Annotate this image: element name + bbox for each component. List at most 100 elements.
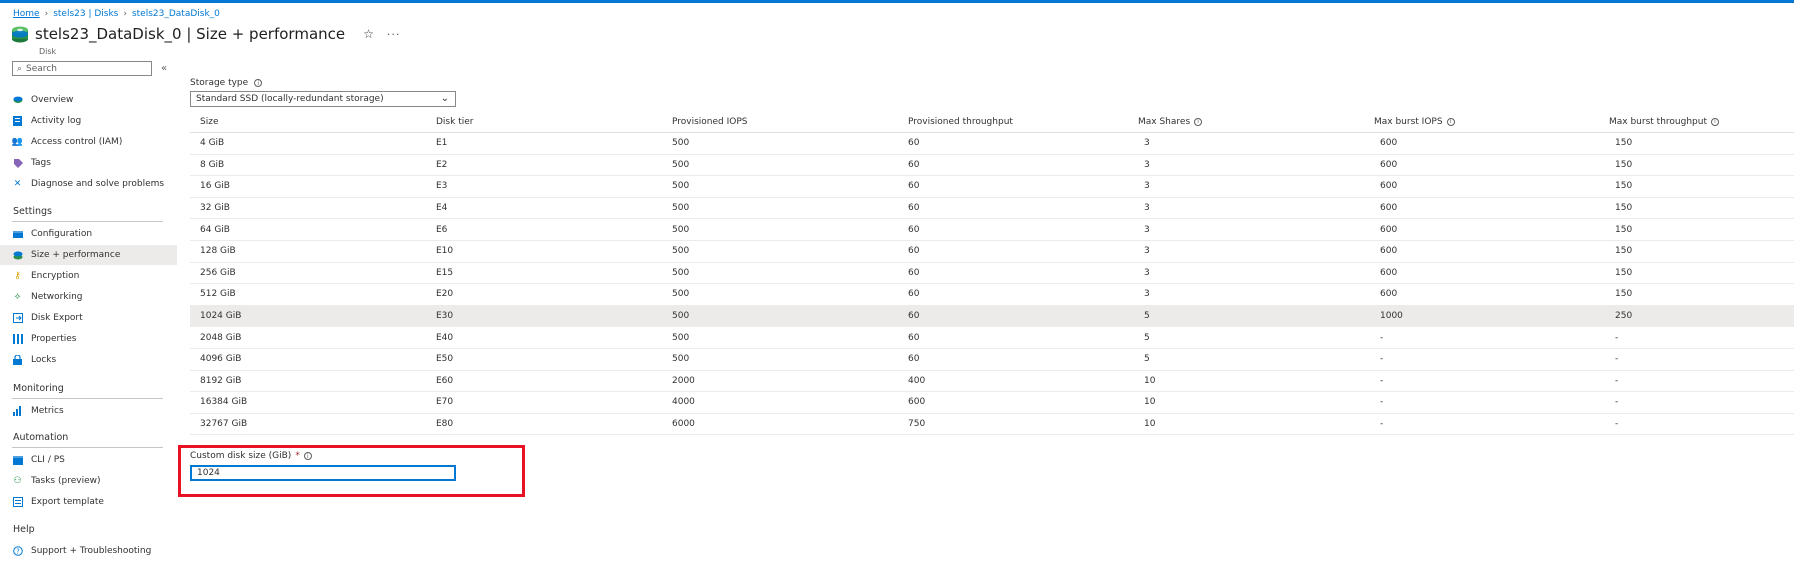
- sidebar-item-metrics[interactable]: Metrics: [0, 401, 177, 421]
- cell-max-burst-throughput: 150: [1615, 224, 1633, 235]
- sidebar-divider: [12, 447, 163, 448]
- more-options-icon[interactable]: ···: [387, 28, 401, 41]
- chevron-right-icon: ›: [123, 9, 127, 19]
- cell-max-shares: 5: [1144, 332, 1150, 343]
- column-header-max-burst-iops[interactable]: Max burst IOPS i: [1374, 111, 1455, 132]
- custom-disk-size-label: Custom disk size (GiB) * i: [190, 451, 312, 461]
- cell-size: 256 GiB: [200, 267, 236, 278]
- column-header-max-burst-throughput[interactable]: Max burst throughput i: [1609, 111, 1719, 132]
- table-row[interactable]: 1024 GiB E30 500 60 5 1000 250: [190, 305, 1794, 328]
- table-row[interactable]: 16384 GiB E70 4000 600 10 - -: [190, 392, 1794, 414]
- cell-max-burst-iops: -: [1380, 397, 1384, 408]
- storage-type-dropdown[interactable]: Standard SSD (locally-redundant storage)…: [190, 91, 456, 107]
- breadcrumb-current-link[interactable]: stels23_DataDisk_0: [132, 9, 220, 19]
- sidebar-item-support[interactable]: ? Support + Troubleshooting: [0, 541, 177, 561]
- tasks-icon: ⚇: [13, 476, 22, 486]
- cell-size: 16 GiB: [200, 181, 230, 192]
- info-icon[interactable]: i: [303, 452, 312, 460]
- cell-provisioned-iops: 500: [672, 181, 690, 192]
- table-row[interactable]: 32767 GiB E80 6000 750 10 - -: [190, 414, 1794, 436]
- chevron-down-icon: ⌄: [440, 93, 449, 104]
- column-header-disk-tier[interactable]: Disk tier: [436, 111, 473, 132]
- cell-size: 32767 GiB: [200, 419, 248, 430]
- sidebar-item-encryption[interactable]: ⚷ Encryption: [0, 266, 177, 286]
- column-header-provisioned-iops[interactable]: Provisioned IOPS: [672, 111, 748, 132]
- sidebar-item-overview[interactable]: Overview: [0, 90, 177, 110]
- sidebar-item-locks[interactable]: Locks: [0, 350, 177, 370]
- cell-max-burst-iops: -: [1380, 419, 1384, 430]
- breadcrumb: Home › stels23 | Disks › stels23_DataDis…: [13, 9, 220, 19]
- sidebar-item-size-performance[interactable]: Size + performance: [0, 245, 177, 265]
- cell-max-burst-iops: 1000: [1380, 311, 1403, 322]
- sidebar-item-properties[interactable]: Properties: [0, 329, 177, 349]
- breadcrumb-disks-link[interactable]: stels23 | Disks: [53, 9, 118, 19]
- cell-disk-tier: E3: [436, 181, 448, 192]
- cell-max-shares: 3: [1144, 289, 1150, 300]
- sidebar-item-tasks[interactable]: ⚇ Tasks (preview): [0, 471, 177, 491]
- top-accent-bar: [0, 0, 1794, 3]
- table-row[interactable]: 4096 GiB E50 500 60 5 - -: [190, 349, 1794, 371]
- cell-provisioned-throughput: 60: [908, 138, 920, 149]
- table-row[interactable]: 16 GiB E3 500 60 3 600 150: [190, 176, 1794, 198]
- table-row[interactable]: 8 GiB E2 500 60 3 600 150: [190, 155, 1794, 177]
- cell-max-shares: 10: [1144, 397, 1156, 408]
- table-row[interactable]: 2048 GiB E40 500 60 5 - -: [190, 327, 1794, 349]
- table-row[interactable]: 4 GiB E1 500 60 3 600 150: [190, 133, 1794, 155]
- column-header-size[interactable]: Size: [200, 111, 218, 132]
- breadcrumb-home-link[interactable]: Home: [13, 9, 40, 19]
- cell-max-burst-iops: 600: [1380, 224, 1398, 235]
- custom-disk-size-input[interactable]: [190, 465, 456, 481]
- info-icon[interactable]: i: [254, 79, 263, 87]
- sidebar-search-input[interactable]: ⌕ Search: [12, 61, 152, 76]
- help-icon: ?: [12, 546, 23, 557]
- table-header: Size Disk tier Provisioned IOPS Provisio…: [190, 111, 1794, 133]
- sidebar-item-disk-export[interactable]: Disk Export: [0, 308, 177, 328]
- cell-disk-tier: E4: [436, 203, 448, 214]
- cell-max-shares: 10: [1144, 375, 1156, 386]
- sidebar-item-networking[interactable]: ⟡ Networking: [0, 287, 177, 307]
- cell-provisioned-iops: 500: [672, 224, 690, 235]
- cell-provisioned-throughput: 60: [908, 246, 920, 257]
- cli-icon: [12, 455, 23, 466]
- sidebar-item-diagnose[interactable]: ✕ Diagnose and solve problems: [0, 174, 177, 194]
- sidebar-item-configuration[interactable]: Configuration: [0, 224, 177, 244]
- lock-icon: [12, 355, 23, 366]
- collapse-sidebar-icon[interactable]: «: [161, 63, 167, 74]
- column-header-provisioned-throughput[interactable]: Provisioned throughput: [908, 111, 1013, 132]
- properties-icon: [12, 334, 23, 345]
- cell-max-burst-iops: 600: [1380, 267, 1398, 278]
- sidebar-item-tags[interactable]: Tags: [0, 153, 177, 173]
- cell-disk-tier: E60: [436, 375, 454, 386]
- table-row[interactable]: 512 GiB E20 500 60 3 600 150: [190, 284, 1794, 306]
- cell-size: 4096 GiB: [200, 354, 242, 365]
- svg-text:?: ?: [16, 548, 20, 556]
- column-header-max-shares[interactable]: Max Shares i: [1138, 111, 1203, 132]
- table-row[interactable]: 128 GiB E10 500 60 3 600 150: [190, 241, 1794, 263]
- cell-provisioned-throughput: 60: [908, 311, 920, 322]
- info-icon[interactable]: i: [1194, 117, 1203, 126]
- cell-max-shares: 5: [1144, 354, 1150, 365]
- cell-provisioned-iops: 2000: [672, 375, 695, 386]
- sidebar-item-activity-log[interactable]: Activity log: [0, 111, 177, 131]
- network-icon: ⟡: [14, 292, 21, 302]
- star-icon[interactable]: ☆: [363, 27, 374, 41]
- table-row[interactable]: 64 GiB E6 500 60 3 600 150: [190, 219, 1794, 241]
- cell-provisioned-iops: 500: [672, 354, 690, 365]
- activity-log-icon: [12, 116, 23, 127]
- cell-disk-tier: E30: [436, 311, 454, 322]
- configuration-icon: [12, 229, 23, 240]
- sidebar-item-export-template[interactable]: Export template: [0, 492, 177, 512]
- cell-max-burst-throughput: 150: [1615, 246, 1633, 257]
- info-icon[interactable]: i: [1710, 117, 1719, 126]
- table-row[interactable]: 256 GiB E15 500 60 3 600 150: [190, 263, 1794, 285]
- info-icon[interactable]: i: [1446, 117, 1455, 126]
- sidebar-item-access-control[interactable]: 👥 Access control (IAM): [0, 132, 177, 152]
- table-row[interactable]: 8192 GiB E60 2000 400 10 - -: [190, 371, 1794, 393]
- cell-disk-tier: E2: [436, 159, 448, 170]
- table-row[interactable]: 32 GiB E4 500 60 3 600 150: [190, 198, 1794, 220]
- cell-max-shares: 3: [1144, 224, 1150, 235]
- cell-max-burst-throughput: 150: [1615, 181, 1633, 192]
- cell-disk-tier: E50: [436, 354, 454, 365]
- sidebar-item-cli-ps[interactable]: CLI / PS: [0, 450, 177, 470]
- page-header: stels23_DataDisk_0 | Size + performance …: [11, 24, 400, 44]
